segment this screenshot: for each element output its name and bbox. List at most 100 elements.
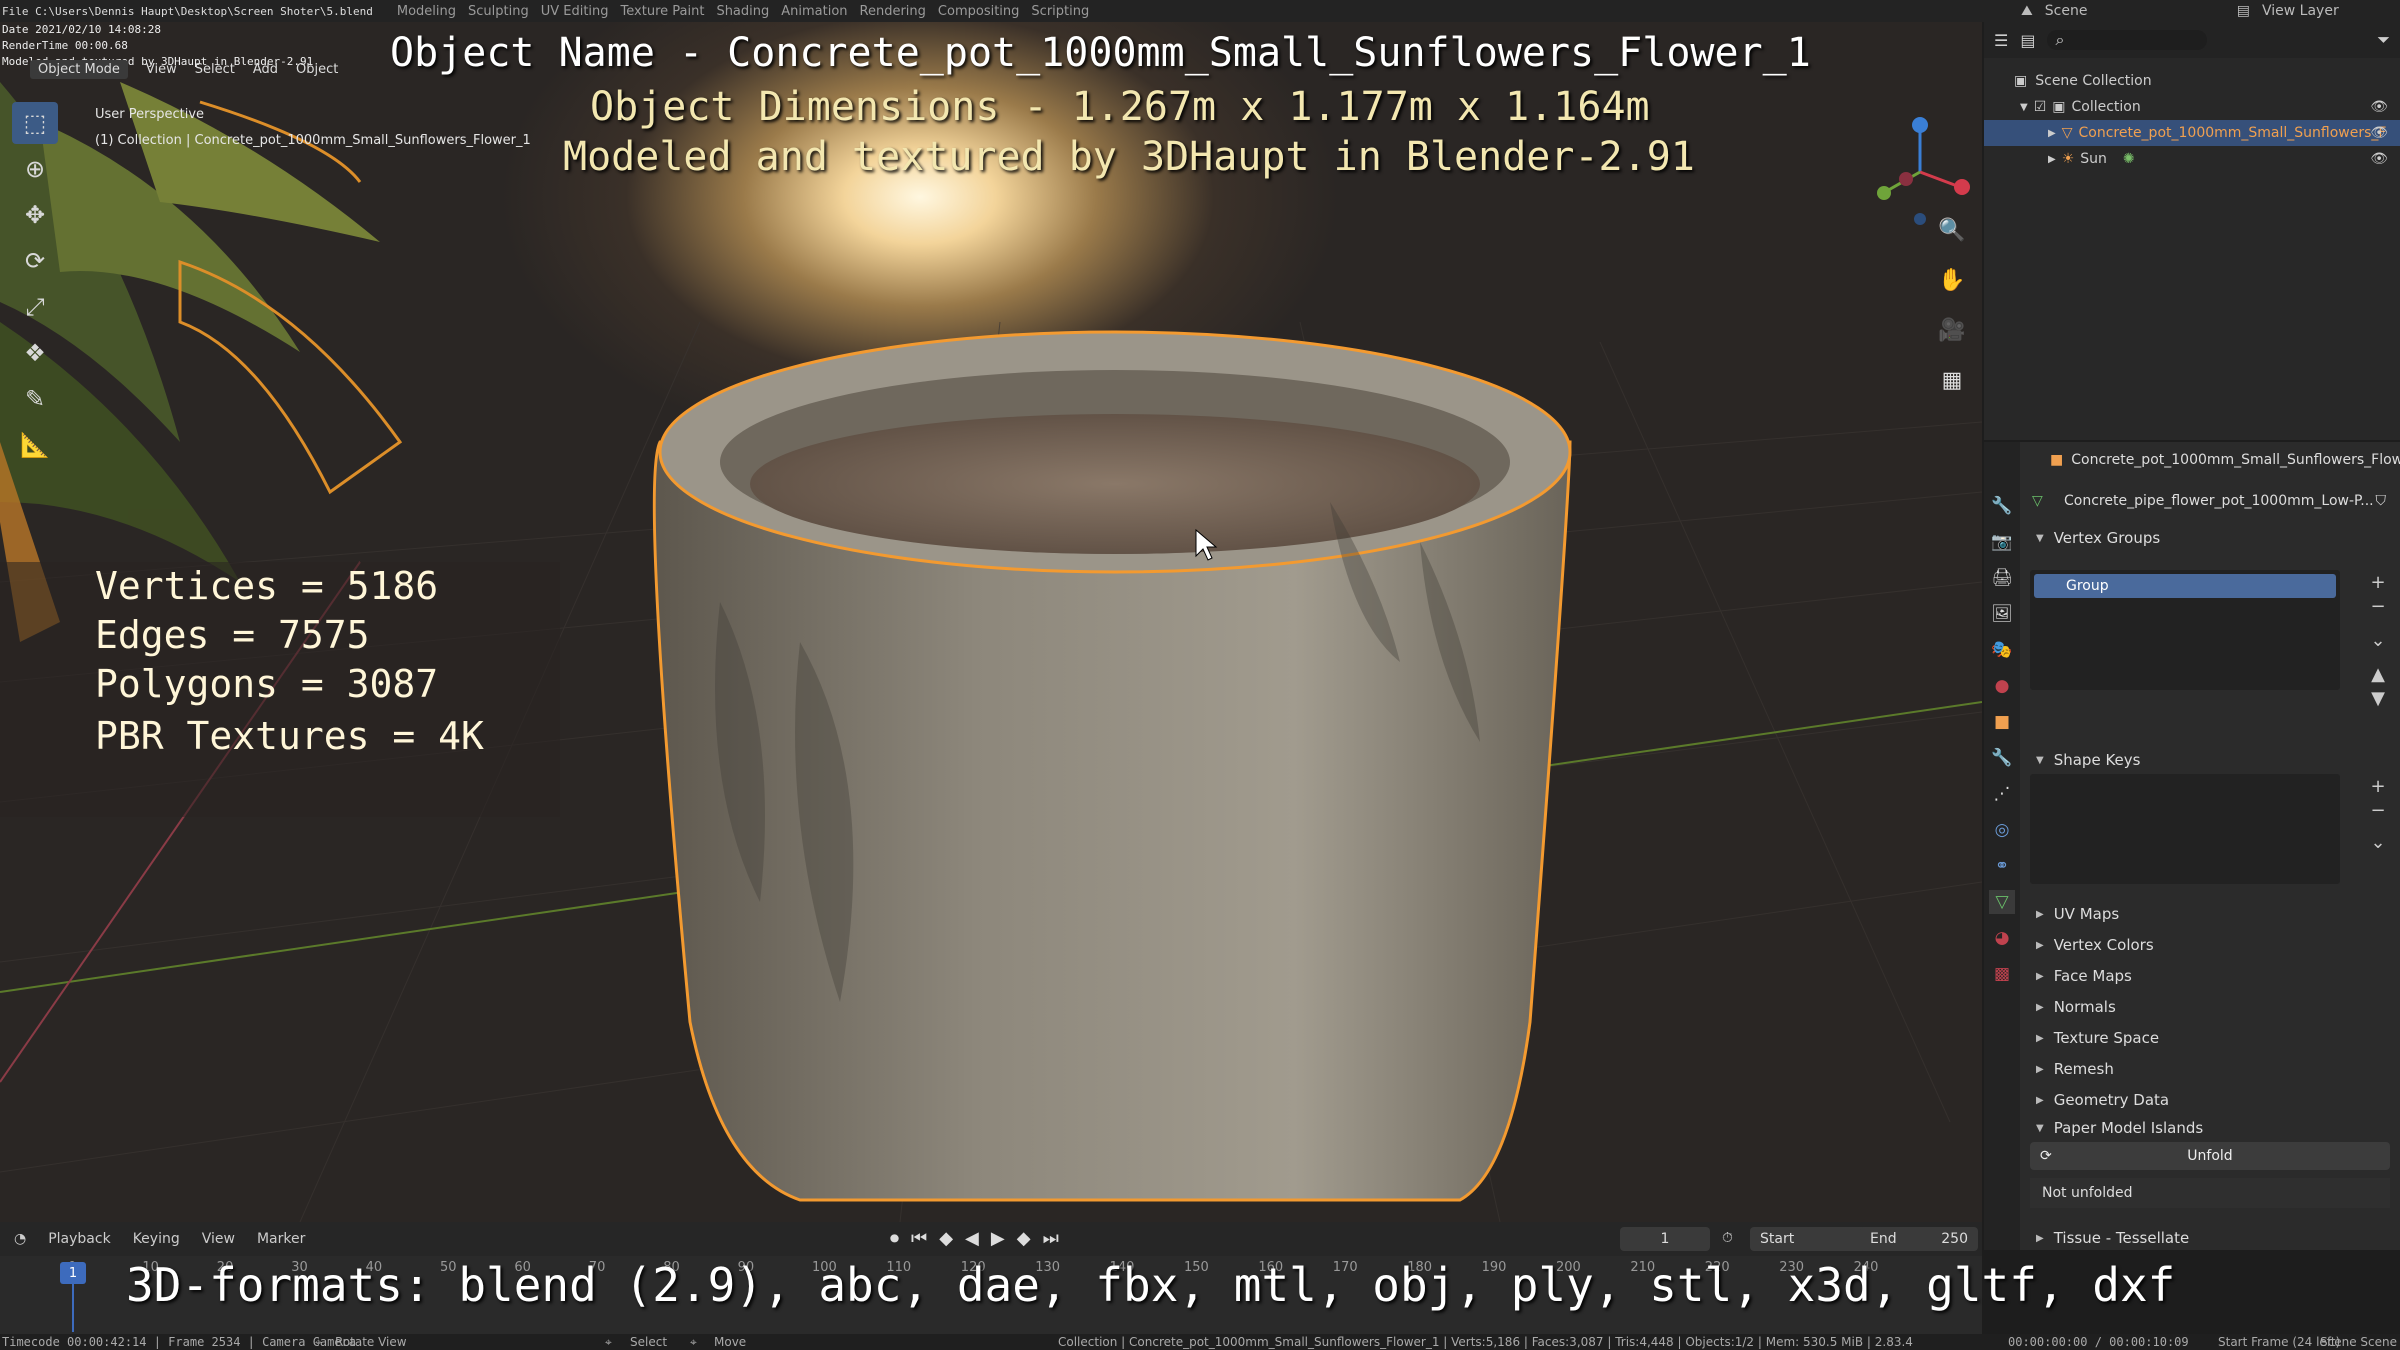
- editor-type-icon[interactable]: ◔: [14, 1231, 26, 1247]
- scene-selector[interactable]: Scene: [2045, 3, 2225, 19]
- expand-icon[interactable]: ▶: [2048, 154, 2056, 165]
- camera-icon[interactable]: 🎥: [1930, 312, 1974, 348]
- tab-modeling[interactable]: Modeling: [397, 4, 456, 19]
- play-icon[interactable]: ▶: [991, 1228, 1005, 1249]
- move-up-icon[interactable]: ▲: [2366, 662, 2390, 686]
- panel-remesh[interactable]: ▶ Remesh: [2020, 1055, 2400, 1083]
- constraints-tab-icon[interactable]: ⚭: [1989, 854, 2015, 878]
- add-icon[interactable]: +: [2366, 774, 2390, 798]
- tree-collection[interactable]: ▼ ☑ ▣ Collection 👁: [1984, 94, 2400, 120]
- zoom-icon[interactable]: 🔍: [1930, 212, 1974, 248]
- object-tab-icon[interactable]: ■: [1989, 710, 2015, 734]
- play-reverse-icon[interactable]: ◀: [965, 1228, 979, 1249]
- grid-toggle-icon[interactable]: ▦: [1930, 362, 1974, 398]
- specials-chevron-icon[interactable]: ⌄: [2366, 628, 2390, 652]
- mesh-name-field[interactable]: Concrete_pipe_flower_pot_1000mm_Low-P...: [2064, 493, 2374, 509]
- tab-texture-paint[interactable]: Texture Paint: [621, 4, 705, 19]
- current-frame-field[interactable]: 1: [1620, 1227, 1710, 1251]
- menu-view[interactable]: View: [146, 62, 177, 77]
- tree-scene-collection[interactable]: ▣ Scene Collection: [1984, 68, 2400, 94]
- view-layer-selector[interactable]: View Layer: [2262, 3, 2392, 19]
- cursor-icon[interactable]: ⊕: [12, 148, 58, 190]
- list-item[interactable]: Group: [2034, 574, 2336, 598]
- panel-tissue-tessellate[interactable]: ▶ Tissue - Tessellate: [2020, 1224, 2400, 1252]
- world-tab-icon[interactable]: ●: [1989, 674, 2015, 698]
- move-down-icon[interactable]: ▼: [2366, 686, 2390, 710]
- editor-type-icon[interactable]: ☰: [1994, 31, 2008, 50]
- jump-start-icon[interactable]: ⏮: [911, 1228, 927, 1249]
- menu-select[interactable]: Select: [195, 62, 235, 77]
- tab-uv-editing[interactable]: UV Editing: [541, 4, 609, 19]
- visibility-eye-icon[interactable]: 👁: [2370, 99, 2388, 115]
- tab-animation[interactable]: Animation: [781, 4, 847, 19]
- remove-icon[interactable]: −: [2366, 594, 2390, 618]
- display-mode-icon[interactable]: ▤: [2020, 31, 2035, 50]
- prev-keyframe-icon[interactable]: ◆: [939, 1228, 953, 1249]
- shape-keys-list[interactable]: [2030, 774, 2340, 884]
- specials-chevron-icon[interactable]: ⌄: [2366, 830, 2390, 854]
- expand-icon[interactable]: ▼: [2020, 102, 2028, 113]
- filter-icon[interactable]: ⏷: [2377, 30, 2390, 50]
- transform-icon[interactable]: ❖: [12, 332, 58, 374]
- panel-geometry-data[interactable]: ▶ Geometry Data: [2020, 1086, 2400, 1114]
- select-box-icon[interactable]: ⬚: [12, 102, 58, 144]
- pan-hand-icon[interactable]: ✋: [1930, 262, 1974, 298]
- view-layer-icon[interactable]: ▤: [2237, 3, 2250, 19]
- scene-icon[interactable]: ⛰: [2021, 3, 2033, 19]
- panel-shape-keys[interactable]: ▼ Shape Keys: [2020, 746, 2400, 774]
- render-tab-icon[interactable]: 📷: [1989, 530, 2015, 554]
- 3d-viewport[interactable]: Date 2021/02/10 14:08:28 RenderTime 00:0…: [0, 22, 1982, 1222]
- menu-view[interactable]: View: [202, 1231, 235, 1247]
- annotate-icon[interactable]: ✎: [12, 378, 58, 420]
- tab-scripting[interactable]: Scripting: [1031, 4, 1089, 19]
- playhead[interactable]: 1: [60, 1262, 86, 1284]
- panel-texture-space[interactable]: ▶ Texture Space: [2020, 1024, 2400, 1052]
- add-icon[interactable]: +: [2366, 570, 2390, 594]
- particles-tab-icon[interactable]: ⋰: [1989, 782, 2015, 806]
- menu-object[interactable]: Object: [296, 62, 338, 77]
- tree-object-sun[interactable]: ▶ ☀ Sun ✺ 👁: [1984, 146, 2400, 172]
- checkbox-icon[interactable]: ☑: [2034, 99, 2047, 115]
- rotate-icon[interactable]: ⟳: [12, 240, 58, 282]
- unfold-button[interactable]: ⟳ Unfold: [2030, 1142, 2390, 1170]
- move-icon[interactable]: ✥: [12, 194, 58, 236]
- mesh-datablock[interactable]: ▽ Concrete_pipe_flower_pot_1000mm_Low-P.…: [2024, 486, 2394, 516]
- object-mode-dropdown[interactable]: Object Mode: [30, 59, 128, 79]
- panel-uv-maps[interactable]: ▶ UV Maps: [2020, 900, 2400, 928]
- panel-face-maps[interactable]: ▶ Face Maps: [2020, 962, 2400, 990]
- next-keyframe-icon[interactable]: ◆: [1017, 1228, 1031, 1249]
- expand-icon[interactable]: ▶: [2048, 128, 2056, 139]
- view-layer-tab-icon[interactable]: 🖼: [1989, 602, 2015, 626]
- tab-shading[interactable]: Shading: [716, 4, 769, 19]
- tab-rendering[interactable]: Rendering: [860, 4, 926, 19]
- end-frame-field[interactable]: End 250: [1860, 1227, 1978, 1251]
- outliner-search[interactable]: ⌕: [2047, 30, 2208, 50]
- menu-add[interactable]: Add: [253, 62, 278, 77]
- visibility-eye-icon[interactable]: 👁: [2370, 151, 2388, 167]
- jump-end-icon[interactable]: ⏭: [1043, 1228, 1059, 1249]
- texture-tab-icon[interactable]: ▩: [1989, 962, 2015, 986]
- fake-user-shield-icon[interactable]: ⛉: [2376, 493, 2387, 509]
- material-tab-icon[interactable]: ◕: [1989, 926, 2015, 950]
- tab-compositing[interactable]: Compositing: [938, 4, 1020, 19]
- vertex-groups-list[interactable]: Group: [2030, 570, 2340, 690]
- scale-icon[interactable]: ⤢: [12, 286, 58, 328]
- stopwatch-icon[interactable]: ⏱: [1722, 1230, 1733, 1246]
- tree-object-pot[interactable]: ▶ ▽ Concrete_pot_1000mm_Small_Sunflowers…: [1984, 120, 2400, 146]
- visibility-eye-icon[interactable]: 👁: [2370, 125, 2388, 141]
- remove-icon[interactable]: −: [2366, 798, 2390, 822]
- mesh-data-tab-icon[interactable]: ▽: [1989, 890, 2015, 914]
- output-tab-icon[interactable]: 🖨: [1989, 566, 2015, 590]
- panel-vertex-groups[interactable]: ▼ Vertex Groups: [2020, 524, 2400, 552]
- menu-marker[interactable]: Marker: [257, 1231, 305, 1247]
- record-icon[interactable]: ⏺: [890, 1228, 899, 1249]
- tool-tab-icon[interactable]: 🔧: [1989, 494, 2015, 518]
- measure-icon[interactable]: 📐: [12, 424, 58, 466]
- panel-paper-model-islands[interactable]: ▼ Paper Model Islands: [2020, 1114, 2400, 1142]
- panel-vertex-colors[interactable]: ▶ Vertex Colors: [2020, 931, 2400, 959]
- menu-playback[interactable]: Playback: [48, 1231, 110, 1247]
- menu-keying[interactable]: Keying: [133, 1231, 180, 1247]
- scene-tab-icon[interactable]: 🎭: [1989, 638, 2015, 662]
- tab-sculpting[interactable]: Sculpting: [468, 4, 529, 19]
- physics-tab-icon[interactable]: ◎: [1989, 818, 2015, 842]
